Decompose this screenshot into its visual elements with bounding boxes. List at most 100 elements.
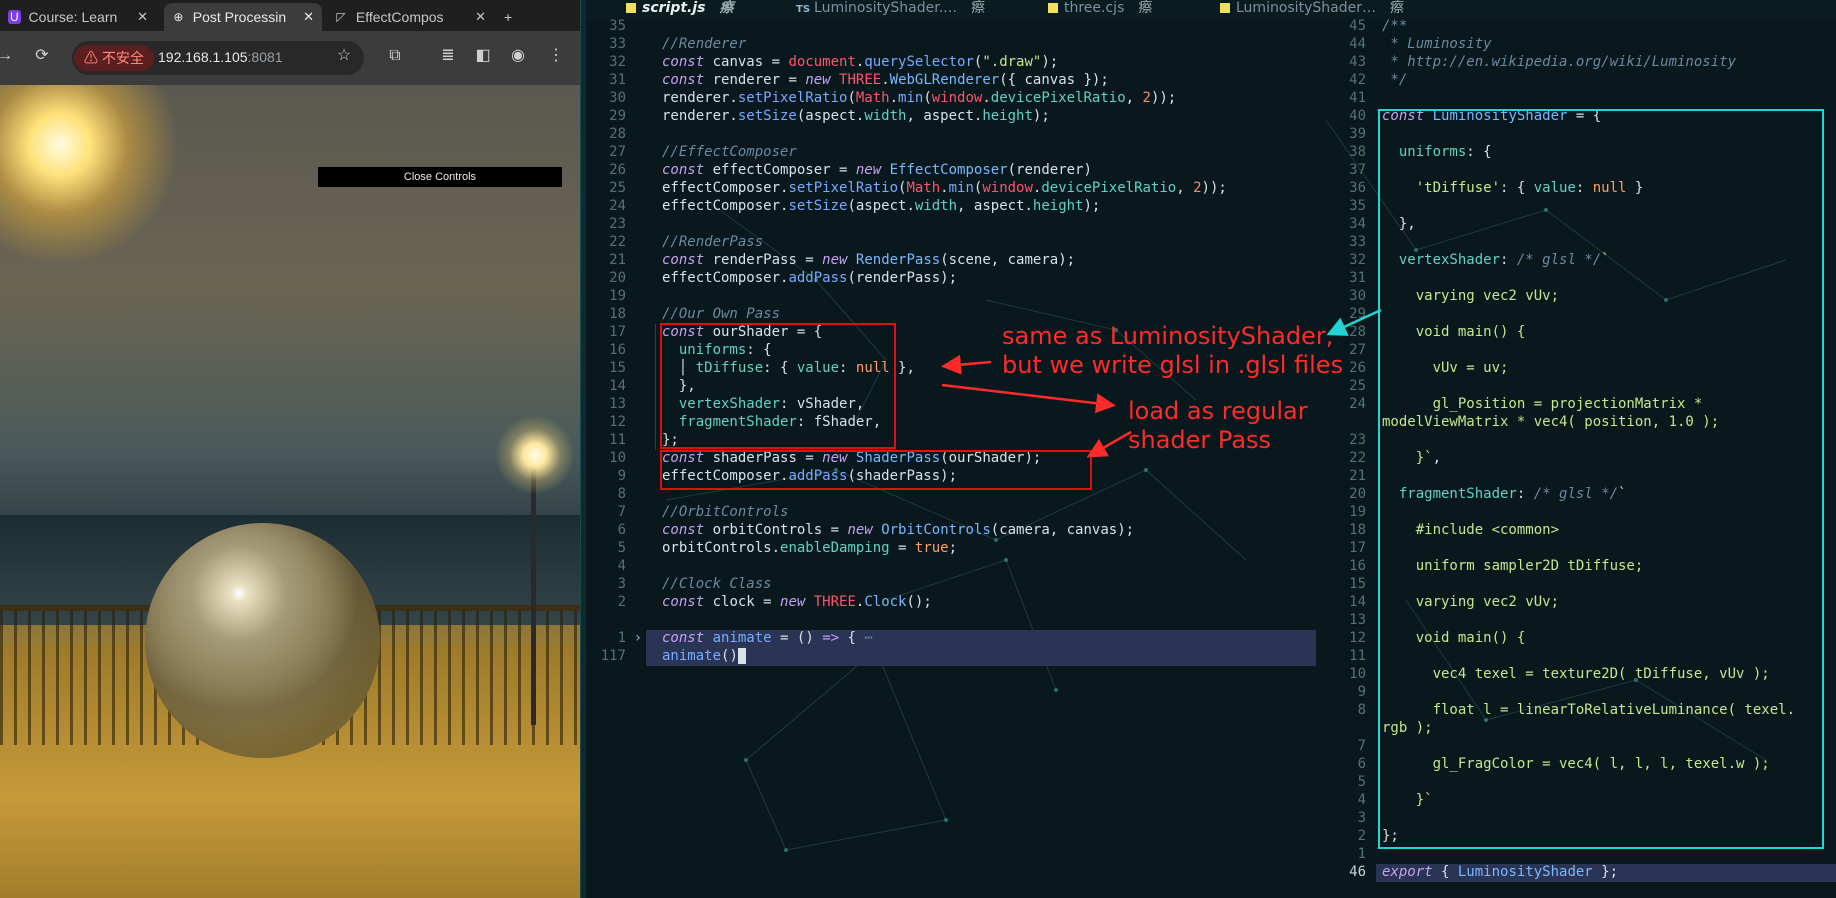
- code-line: renderer.setSize(aspect.width, aspect.he…: [662, 108, 1050, 124]
- code-line: //EffectComposer: [662, 144, 797, 160]
- close-tab-icon[interactable]: ✕: [303, 9, 314, 25]
- code-line: //RenderPass: [662, 234, 764, 250]
- code-line: const canvas = document.querySelector(".…: [662, 54, 1059, 70]
- glass-sphere: [145, 523, 380, 758]
- lamp-pole: [531, 465, 536, 725]
- line-number: 6: [617, 522, 626, 538]
- line-number: 3: [1357, 810, 1366, 826]
- editor-tab-label: three.cjs: [1064, 0, 1125, 16]
- code-line: effectComposer.addPass(renderPass);: [662, 270, 958, 286]
- editor-tab-three-cjs[interactable]: three.cjs 瘵: [1048, 0, 1152, 18]
- line-number: 45: [1349, 18, 1366, 34]
- line-number: 117: [600, 648, 626, 664]
- code-editor: script.js 瘵 TS LuminosityShader.… 瘵 three.c…: [586, 0, 1836, 898]
- close-tab-icon[interactable]: ✕: [475, 9, 486, 25]
- annotation-load-as-shader-pass: load as regular shader Pass: [1128, 397, 1308, 455]
- sun-glow: [0, 85, 180, 265]
- line-number: 32: [609, 54, 626, 70]
- street-lamp-glow: [495, 415, 575, 495]
- line-number: 1: [617, 630, 626, 646]
- line-number: 9: [1357, 684, 1366, 700]
- code-line: /**: [1382, 18, 1408, 34]
- profile-avatar-icon[interactable]: ◉: [507, 45, 529, 67]
- line-number: 17: [609, 324, 626, 340]
- line-number: 19: [609, 288, 626, 304]
- editor-tab-luminosity-js[interactable]: LuminosityShader… 瘵: [1220, 0, 1404, 18]
- editor-tab-script-js[interactable]: script.js 瘵: [626, 0, 734, 18]
- line-number: 30: [1349, 288, 1366, 304]
- browser-tab-course[interactable]: U Course: Learn ✕: [0, 3, 156, 31]
- url-text[interactable]: 192.168.1.105:8081: [158, 49, 283, 65]
- bookmark-star-icon[interactable]: ☆: [333, 45, 355, 67]
- address-bar[interactable]: ⚠ 不安全 192.168.1.105:8081: [72, 41, 364, 75]
- code-line: const renderPass = new RenderPass(scene,…: [662, 252, 1076, 268]
- new-tab-button[interactable]: +: [496, 3, 526, 31]
- browser-tab-post-processing[interactable]: ⊕ Post Processin ✕: [164, 3, 322, 31]
- line-number: 32: [1349, 252, 1366, 268]
- js-file-icon: [626, 3, 636, 13]
- close-tab-icon[interactable]: 瘵: [971, 0, 985, 16]
- line-number: 12: [609, 414, 626, 430]
- line-number: 2: [617, 594, 626, 610]
- annotation-line: load as regular: [1128, 397, 1308, 425]
- code-line: orbitControls.enableDamping = true;: [662, 540, 958, 556]
- reload-icon[interactable]: ⟳: [31, 45, 53, 67]
- forward-icon[interactable]: →: [0, 45, 16, 67]
- line-number: 7: [617, 504, 626, 520]
- editor-tab-label: LuminosityShader…: [1236, 0, 1376, 16]
- close-controls-button[interactable]: Close Controls: [318, 167, 562, 187]
- reading-list-icon[interactable]: ≣: [437, 45, 459, 67]
- browser-tab-effectcomposer[interactable]: ◸ EffectCompos ✕: [326, 3, 494, 31]
- code-line: effectComposer.setSize(aspect.width, asp…: [662, 198, 1101, 214]
- browser-tab-bar: U Course: Learn ✕ ⊕ Post Processin ✕ ◸ E…: [0, 0, 580, 31]
- close-tab-icon[interactable]: 瘵: [720, 0, 734, 16]
- code-line: * http://en.wikipedia.org/wiki/Luminosit…: [1382, 54, 1737, 70]
- annotation-line: same as LuminosityShader,: [1002, 322, 1334, 350]
- indent-guide: [655, 324, 656, 450]
- line-number: 21: [1349, 468, 1366, 484]
- line-number: 15: [1349, 576, 1366, 592]
- code-line: export { LuminosityShader };: [1382, 864, 1619, 880]
- webgl-canvas[interactable]: Close Controls: [0, 85, 580, 898]
- close-tab-icon[interactable]: ✕: [137, 9, 148, 25]
- fold-chevron-icon[interactable]: ›: [628, 630, 642, 646]
- line-number: 41: [1349, 90, 1366, 106]
- close-tab-icon[interactable]: 瘵: [1138, 0, 1152, 16]
- line-number: 30: [609, 90, 626, 106]
- editor-pane-luminosity-shader[interactable]: 45 44 43 42 41 40 39 38 37 36 35 34 33 3…: [1326, 18, 1836, 898]
- line-number: 17: [1349, 540, 1366, 556]
- line-number: 23: [1349, 432, 1366, 448]
- url-port: :8081: [247, 49, 283, 65]
- code-line: const animate = () => { ⋯: [662, 630, 873, 646]
- line-number: 9: [617, 468, 626, 484]
- not-secure-badge[interactable]: ⚠ 不安全: [74, 45, 154, 71]
- line-number: 5: [617, 540, 626, 556]
- annotation-same-as-luminosity: same as LuminosityShader, but we write g…: [1002, 322, 1343, 380]
- line-number: 43: [1349, 54, 1366, 70]
- globe-icon: ⊕: [173, 10, 184, 24]
- luminosity-shader-highlight-box: [1378, 109, 1824, 849]
- ts-file-icon: TS: [796, 4, 811, 15]
- line-number: 21: [609, 252, 626, 268]
- code-line: //OrbitControls: [662, 504, 789, 520]
- annotation-line: but we write glsl in .glsl files: [1002, 351, 1344, 379]
- code-line: const renderer = new THREE.WebGLRenderer…: [662, 72, 1109, 88]
- extensions-icon[interactable]: ⧉: [384, 45, 406, 67]
- line-number: 7: [1357, 738, 1366, 754]
- code-line: */: [1382, 72, 1408, 88]
- side-panel-icon[interactable]: ◧: [472, 45, 494, 67]
- editor-tab-luminosity-ts[interactable]: TS LuminosityShader.… 瘵: [796, 0, 985, 18]
- browser-window: U Course: Learn ✕ ⊕ Post Processin ✕ ◸ E…: [0, 0, 580, 898]
- line-number: 39: [1349, 126, 1366, 142]
- line-number: 8: [1357, 702, 1366, 718]
- plus-icon: +: [504, 9, 513, 25]
- js-file-icon: [1220, 3, 1230, 13]
- shader-pass-highlight-box: [660, 450, 1092, 490]
- course-favicon-icon: U: [8, 10, 21, 24]
- close-tab-icon[interactable]: 瘵: [1390, 0, 1404, 16]
- line-number: 13: [1349, 612, 1366, 628]
- tab-title: Post Processin: [192, 9, 287, 25]
- line-number: 4: [1357, 792, 1366, 808]
- line-number: 35: [609, 18, 626, 34]
- more-menu-icon[interactable]: ⋮: [545, 45, 567, 67]
